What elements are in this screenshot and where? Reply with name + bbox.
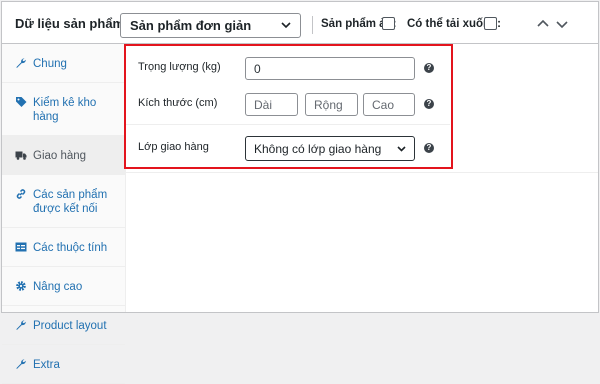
wrench-icon <box>16 359 26 369</box>
product-data-panel: Dữ liệu sản phẩm — Sản phẩm đơn giản Sản… <box>1 1 599 384</box>
truck-icon <box>15 151 27 160</box>
tab-label: Nâng cao <box>33 281 83 293</box>
downloadable-checkbox[interactable] <box>484 17 497 30</box>
product-type-select[interactable]: Sản phẩm đơn giản <box>120 13 301 38</box>
tab-label: Kiểm kê kho hàng <box>33 97 97 123</box>
highlight-box <box>124 44 453 169</box>
product-type-value: Sản phẩm đơn giản <box>130 18 252 33</box>
panel-header: Dữ liệu sản phẩm — Sản phẩm đơn giản Sản… <box>2 2 598 44</box>
table-icon <box>15 242 27 252</box>
virtual-checkbox[interactable] <box>382 17 395 30</box>
tab-label: Giao hàng <box>33 150 87 162</box>
wrench-icon <box>16 58 26 68</box>
product-data-tabs: Chung Kiểm kê kho hàng Giao hàng Các sản… <box>2 44 126 384</box>
chevron-up-icon[interactable] <box>536 17 550 31</box>
tab-extra[interactable]: Extra <box>2 345 125 384</box>
wrench-icon <box>16 320 26 330</box>
tab-inventory[interactable]: Kiểm kê kho hàng <box>2 83 125 136</box>
tab-label: Các sản phẩm được kết nối <box>33 189 108 215</box>
tab-label: Các thuộc tính <box>33 242 108 254</box>
tag-icon <box>16 97 27 107</box>
tab-label: Chung <box>33 58 67 70</box>
tab-shipping[interactable]: Giao hàng <box>2 136 125 175</box>
gear-icon <box>16 281 26 291</box>
chevron-down-icon <box>281 22 291 29</box>
section-divider <box>126 172 598 173</box>
tab-label: Product layout <box>33 320 107 332</box>
header-divider <box>312 16 313 34</box>
tab-product-layout[interactable]: Product layout <box>2 306 125 345</box>
tab-general[interactable]: Chung <box>2 44 125 83</box>
chevron-down-icon[interactable] <box>555 17 569 31</box>
tab-attributes[interactable]: Các thuộc tính <box>2 228 125 267</box>
tab-label: Extra <box>33 359 60 371</box>
tab-advanced[interactable]: Nâng cao <box>2 267 125 306</box>
link-icon <box>16 189 26 199</box>
tab-linked-products[interactable]: Các sản phẩm được kết nối <box>2 175 125 228</box>
